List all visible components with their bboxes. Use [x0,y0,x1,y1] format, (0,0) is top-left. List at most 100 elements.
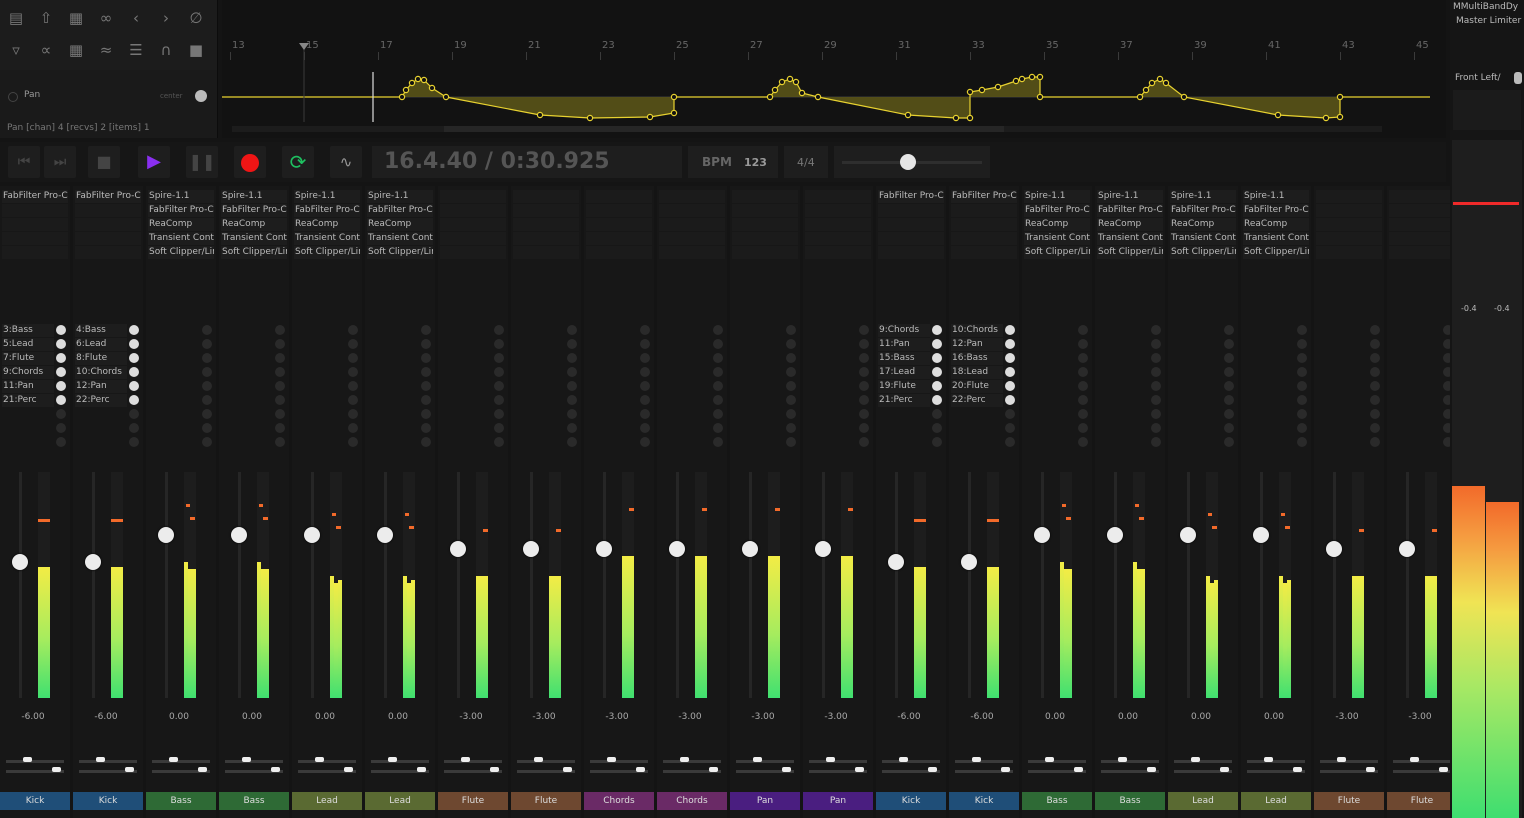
pan-handle[interactable] [169,757,178,762]
fx-slot-empty[interactable] [75,204,141,217]
track-name-label[interactable]: Lead [1168,792,1238,810]
send-slot-empty[interactable] [1224,325,1234,335]
send-slot-empty[interactable] [1078,381,1088,391]
send-slot-empty[interactable] [494,339,504,349]
fx-slot-empty[interactable] [2,246,68,259]
send-slot-empty[interactable] [786,409,796,419]
send-slot-empty[interactable] [1078,409,1088,419]
lock-icon[interactable]: ■ [184,38,208,62]
send-slot[interactable]: 4:Bass [75,324,127,337]
fx-slot-empty[interactable] [586,190,652,203]
send-slot-empty[interactable] [640,325,650,335]
time-signature-display[interactable]: 4/4 [784,146,828,178]
width-handle[interactable] [636,767,645,772]
volume-fader[interactable] [450,540,466,557]
volume-fader[interactable] [596,540,612,557]
automation-mode-button[interactable]: ∿ [330,146,362,178]
fx-slot[interactable]: FabFilter Pro-C [294,204,360,217]
send-slot-empty[interactable] [640,367,650,377]
fx-slot[interactable]: ReaComp [1024,218,1090,231]
fx-slot[interactable]: Transient Cont [1097,232,1163,245]
send-slot-empty[interactable] [1151,339,1161,349]
send-slot-empty[interactable] [348,423,358,433]
send-slot-empty[interactable] [1224,437,1234,447]
track-name-label[interactable]: Lead [1241,792,1311,810]
send-slot-empty[interactable] [202,353,212,363]
send-slot-empty[interactable] [786,437,796,447]
fx-slot-empty[interactable] [586,204,652,217]
track-name-label[interactable]: Flute [1314,792,1384,810]
fx-slot-empty[interactable] [513,204,579,217]
fx-slot-empty[interactable] [1389,190,1455,203]
paperclip-icon[interactable]: ∞ [94,6,118,30]
send-slot-empty[interactable] [1005,423,1015,433]
send-slot-empty[interactable] [421,367,431,377]
loop-icon[interactable]: ∩ [154,38,178,62]
envelope-point[interactable] [1148,79,1156,87]
fx-slot[interactable]: Spire-1.1 [148,190,214,203]
send-slot[interactable]: 12:Pan [75,380,127,393]
envelope-point[interactable] [1162,79,1170,87]
volume-readout[interactable]: -3.00 [730,712,796,722]
send-slot-empty[interactable] [1370,437,1380,447]
send-slot-empty[interactable] [1370,325,1380,335]
send-slot-empty[interactable] [56,437,66,447]
volume-readout[interactable]: -3.00 [657,712,723,722]
send-slot-empty[interactable] [421,325,431,335]
fx-slot[interactable]: FabFilter Pro-C [1243,204,1309,217]
send-level-knob[interactable] [129,367,139,377]
envelope-point[interactable] [771,86,779,94]
send-slot-empty[interactable] [786,367,796,377]
volume-fader[interactable] [742,540,758,557]
send-slot[interactable]: 22:Perc [75,394,127,407]
send-slot[interactable]: 10:Chords [75,366,127,379]
send-slot-empty[interactable] [1370,395,1380,405]
envelope-point[interactable] [1180,93,1188,101]
width-handle[interactable] [1220,767,1229,772]
send-slot-empty[interactable] [202,409,212,419]
volume-readout[interactable]: -6.00 [876,712,942,722]
fx-slot[interactable]: Transient Cont [294,232,360,245]
volume-fader[interactable] [1034,527,1050,544]
send-slot-empty[interactable] [640,423,650,433]
send-slot-empty[interactable] [275,395,285,405]
send-slot[interactable]: 20:Flute [951,380,1003,393]
pan-slider[interactable] [371,760,429,763]
fx-slot-empty[interactable] [659,218,725,231]
send-slot-empty[interactable] [202,325,212,335]
fx-slot-empty[interactable] [440,246,506,259]
fx-slot-empty[interactable] [878,232,944,245]
track-name-label[interactable]: Lead [292,792,362,810]
volume-fader[interactable] [1253,527,1269,544]
fx-slot[interactable]: Spire-1.1 [367,190,433,203]
volume-readout[interactable]: -3.00 [511,712,577,722]
width-handle[interactable] [52,767,61,772]
track-name-label[interactable]: Flute [511,792,581,810]
fx-slot-empty[interactable] [1316,190,1382,203]
send-slot-empty[interactable] [859,325,869,335]
envelope-point[interactable] [994,83,1002,91]
send-slot-empty[interactable] [713,339,723,349]
envelope-point[interactable] [414,75,422,83]
send-slot-empty[interactable] [1078,367,1088,377]
volume-readout[interactable]: -3.00 [584,712,650,722]
send-slot-empty[interactable] [1297,367,1307,377]
track-name-label[interactable]: Bass [219,792,289,810]
fx-slot-empty[interactable] [659,190,725,203]
pan-handle[interactable] [96,757,105,762]
send-slot-empty[interactable] [1297,395,1307,405]
send-slot-empty[interactable] [202,395,212,405]
fx-slot[interactable]: Spire-1.1 [221,190,287,203]
send-slot-empty[interactable] [1078,437,1088,447]
send-slot[interactable]: 6:Lead [75,338,127,351]
send-slot-empty[interactable] [567,423,577,433]
fx-slot-empty[interactable] [513,190,579,203]
envelope-point[interactable] [904,111,912,119]
send-slot-empty[interactable] [567,339,577,349]
fx-slot-empty[interactable] [878,218,944,231]
pan-handle[interactable] [972,757,981,762]
fx-slot-empty[interactable] [586,232,652,245]
send-slot-empty[interactable] [202,437,212,447]
volume-fader[interactable] [12,554,28,571]
fx-slot-empty[interactable] [805,204,871,217]
